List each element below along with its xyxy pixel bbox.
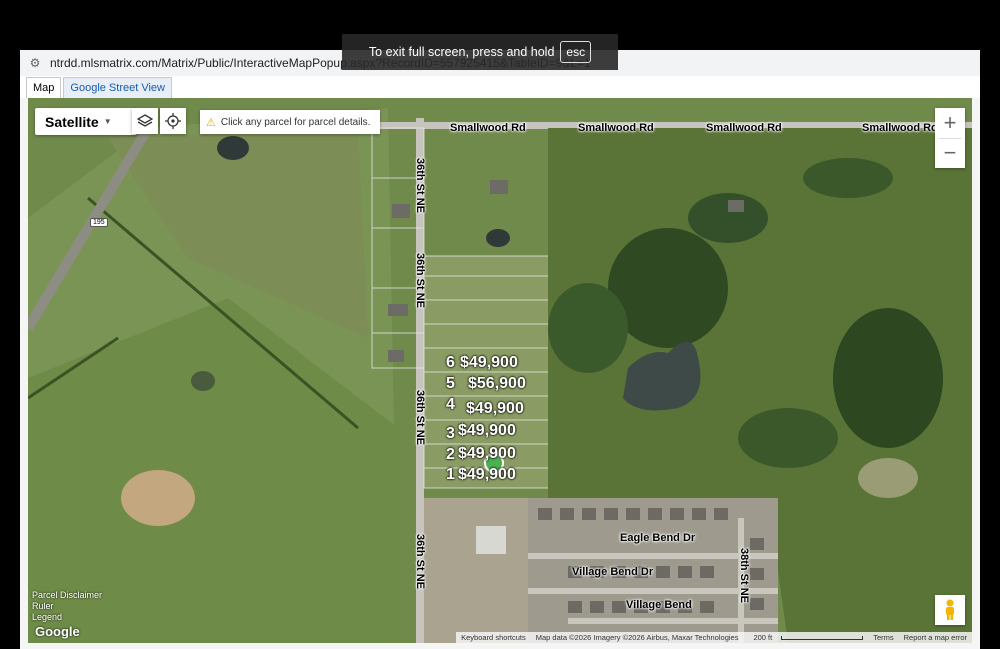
road-label-village-bend-dr: Village Bend Dr (572, 566, 654, 578)
pegman-icon (946, 599, 954, 620)
parcel-disclaimer-link[interactable]: Parcel Disclaimer (32, 590, 102, 601)
locate-icon (165, 113, 181, 129)
keyboard-shortcuts-link[interactable]: Keyboard shortcuts (456, 633, 531, 642)
terms-link[interactable]: Terms (868, 633, 898, 642)
fullscreen-exit-banner: To exit full screen, press and hold esc (342, 34, 618, 70)
road-label-smallwood: Smallwood Rd (706, 122, 782, 134)
map-attribution: Keyboard shortcuts Map data ©2026 Imager… (456, 632, 972, 643)
zoom-divider (939, 138, 961, 139)
site-settings-icon[interactable]: ⚙ (28, 56, 42, 70)
satellite-map[interactable]: Smallwood Rd Smallwood Rd Smallwood Rd S… (28, 98, 972, 643)
chevron-down-icon: ▼ (103, 117, 112, 126)
map-type-label: Satellite (45, 113, 99, 130)
road-label-eagle-bend: Eagle Bend Dr (620, 532, 696, 544)
esc-key: esc (560, 41, 592, 63)
lot-price[interactable]: $56,900 (468, 375, 526, 393)
lot-number[interactable]: 4 (446, 396, 455, 414)
warning-icon: ⚠ (206, 116, 216, 129)
ruler-link[interactable]: Ruler (32, 601, 102, 612)
lot-number[interactable]: 2 (446, 446, 455, 464)
scale-label: 200 ft (753, 633, 773, 642)
google-logo: Google (35, 624, 80, 639)
road-label-smallwood: Smallwood Rd (578, 122, 654, 134)
zoom-control: + − (935, 108, 965, 168)
lot-number[interactable]: 6 (446, 354, 455, 372)
locate-button[interactable] (160, 108, 186, 134)
lot-price[interactable]: $49,900 (458, 422, 516, 440)
report-error-link[interactable]: Report a map error (899, 633, 972, 642)
lot-price[interactable]: $49,900 (458, 445, 516, 463)
road-label-smallwood: Smallwood Rd (862, 122, 938, 134)
parcel-notice: ⚠ Click any parcel for parcel details. (200, 110, 380, 134)
scale-line (781, 635, 864, 640)
road-label-36th: 36th St NE (414, 534, 426, 590)
road-label-36th: 36th St NE (414, 253, 426, 309)
layers-icon (137, 114, 153, 127)
tab-street-view[interactable]: Google Street View (63, 77, 172, 98)
road-label-38th: 38th St NE (738, 548, 750, 604)
scale-bar[interactable]: 200 ft (743, 633, 868, 642)
fullscreen-banner-text: To exit full screen, press and hold (368, 45, 555, 59)
map-type-dropdown[interactable]: Satellite ▼ (35, 108, 137, 135)
lot-price[interactable]: $49,900 (458, 466, 516, 484)
highway-shield: 195 (90, 218, 108, 227)
lot-number[interactable]: 5 (446, 375, 455, 393)
lot-number[interactable]: 1 (446, 466, 455, 484)
map-tool-links: Parcel Disclaimer Ruler Legend (32, 590, 102, 623)
road-label-smallwood: Smallwood Rd (450, 122, 526, 134)
map-data-text: Map data ©2026 Imagery ©2026 Airbus, Max… (535, 633, 739, 642)
road-label-36th: 36th St NE (414, 158, 426, 214)
lot-price[interactable]: $49,900 (460, 354, 518, 372)
lot-number[interactable]: 3 (446, 425, 455, 443)
zoom-out-button[interactable]: − (935, 138, 965, 168)
parcel-notice-text: Click any parcel for parcel details. (220, 116, 371, 128)
road-label-36th: 36th St NE (414, 390, 426, 446)
legend-link[interactable]: Legend (32, 612, 102, 623)
zoom-in-button[interactable]: + (935, 108, 965, 138)
map-tabs: Map Google Street View (20, 76, 980, 98)
road-label-village-bend: Village Bend (626, 599, 692, 611)
tab-map[interactable]: Map (26, 77, 62, 98)
street-view-pegman[interactable] (935, 595, 965, 625)
browser-window: ⚙ ntrdd.mlsmatrix.com/Matrix/Public/Inte… (20, 50, 980, 649)
layers-button[interactable] (132, 108, 158, 134)
lot-price[interactable]: $49,900 (466, 400, 524, 418)
